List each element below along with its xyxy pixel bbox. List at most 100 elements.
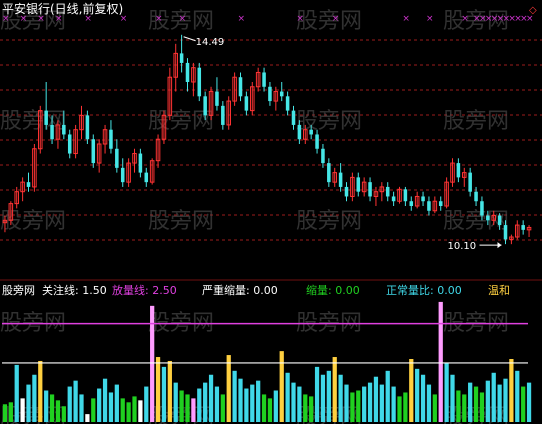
candle-body-down xyxy=(521,225,525,230)
volume-ratio-bar xyxy=(267,398,273,422)
volume-ratio-bar xyxy=(79,394,84,422)
volume-ratio-bar xyxy=(191,398,196,422)
volume-ratio-bar xyxy=(26,384,31,422)
volume-ratio-bar xyxy=(14,364,19,422)
candle-body-down xyxy=(26,182,31,187)
top-right-marker-icon: ◇ xyxy=(529,5,537,16)
volume-ratio-bar xyxy=(403,392,408,422)
volume-ratio-bar xyxy=(167,360,172,422)
volume-ratio-bar xyxy=(132,396,137,422)
chart-title: 平安银行(日线,前复权) xyxy=(2,1,123,16)
watermark-text: 股旁网 xyxy=(443,109,509,134)
candle-body-down xyxy=(50,124,54,140)
volume-ratio-bar xyxy=(238,378,243,422)
volume-ratio-bar xyxy=(385,370,390,422)
volume-ratio-bar xyxy=(426,384,432,422)
candle-body-down xyxy=(409,201,414,206)
volume-ratio-bar xyxy=(220,394,225,422)
volume-ratio-bar xyxy=(279,351,284,422)
candle-body-down xyxy=(497,215,502,226)
volume-ratio-bar xyxy=(232,370,237,422)
candle-body-down xyxy=(67,134,72,154)
candle-body-down xyxy=(338,172,343,187)
candle-body-down xyxy=(91,139,96,164)
signal-marker: × xyxy=(155,14,163,24)
volume-ratio-bar xyxy=(250,384,255,422)
candle-body-down xyxy=(474,191,478,202)
volume-ratio-bar xyxy=(521,386,526,422)
candle-body-down xyxy=(115,148,119,168)
candle-body-down xyxy=(179,53,184,63)
candle-body-down xyxy=(327,163,331,183)
volume-ratio-bar xyxy=(256,380,261,422)
candle-body-down xyxy=(85,115,90,140)
volume-ratio-bar xyxy=(114,384,119,422)
low-annotation-label: 10.10 xyxy=(448,241,477,252)
candle-body-down xyxy=(391,196,396,202)
volume-ratio-bar xyxy=(67,386,72,422)
candle-body-down xyxy=(268,86,272,102)
signal-marker: × xyxy=(332,14,340,24)
volume-ratio-bar xyxy=(438,301,443,422)
volume-ratio-bar xyxy=(197,388,202,422)
volume-ratio-bar xyxy=(350,392,355,422)
volume-ratio-bar xyxy=(456,390,461,422)
volume-ratio-bar xyxy=(185,394,190,422)
candle-body-down xyxy=(385,186,390,197)
volume-ratio-bar xyxy=(108,392,114,422)
candle-body-down xyxy=(438,201,443,206)
volume-ratio-bar xyxy=(420,374,426,422)
volume-ratio-bar xyxy=(409,359,414,422)
volume-ratio-bar xyxy=(462,394,467,422)
candle-body-down xyxy=(109,129,113,149)
volume-ratio-bar xyxy=(397,396,402,422)
watermark-text: 股旁网 xyxy=(296,209,362,234)
volume-ratio-bar xyxy=(444,362,449,422)
volume-ratio-bar xyxy=(8,402,13,422)
legend-item: 温和 xyxy=(488,284,510,297)
candle-body-down xyxy=(368,182,372,197)
candle-body-down xyxy=(456,163,461,178)
chart-canvas: 股旁网 股旁网 股旁网 股旁网股旁网 股旁网 股旁网 股旁网股旁网 股旁网 股旁网 股旁网股旁网股… xyxy=(0,0,542,424)
volume-ratio-bar xyxy=(44,390,49,422)
volume-ratio-bar xyxy=(173,382,178,422)
watermark-text: 股旁网 xyxy=(148,209,214,234)
signal-marker: × xyxy=(402,14,410,24)
volume-ratio-bar xyxy=(97,388,102,422)
volume-ratio-bar xyxy=(203,382,208,422)
volume-ratio-bar xyxy=(432,394,437,422)
legend-item: 正常量比: 0.00 xyxy=(386,284,462,297)
signal-marker: × xyxy=(426,14,434,24)
candle-body-down xyxy=(203,96,207,116)
candle-body-down xyxy=(197,67,202,97)
volume-ratio-bar xyxy=(468,382,473,422)
volume-ratio-bar xyxy=(32,374,37,422)
candle-body-down xyxy=(403,189,408,202)
volume-ratio-bar xyxy=(138,400,143,422)
volume-ratio-bar xyxy=(367,382,373,422)
volume-ratio-bar xyxy=(102,378,108,422)
high-annotation-label: 14.49 xyxy=(196,37,225,48)
candle-body-down xyxy=(44,110,48,125)
volume-ratio-bar xyxy=(285,372,290,422)
candle-body-down xyxy=(244,96,249,111)
candle-body-down xyxy=(185,62,190,82)
candle-body-down xyxy=(315,134,319,149)
volume-ratio-bar xyxy=(503,378,508,422)
candle-body-down xyxy=(486,215,490,221)
volume-ratio-bar xyxy=(38,360,43,422)
volume-ratio-bar xyxy=(509,359,514,422)
legend-item: 放量线: 2.50 xyxy=(112,283,177,297)
volume-ratio-bar xyxy=(356,390,361,422)
watermark-text: 股旁网 xyxy=(0,209,66,234)
volume-ratio-bar xyxy=(144,386,149,422)
candle-body-down xyxy=(215,91,219,106)
volume-ratio-bar xyxy=(297,386,302,422)
volume-ratio-bar xyxy=(244,388,249,422)
volume-ratio-bar xyxy=(226,355,231,422)
volume-ratio-bar xyxy=(61,406,66,422)
volume-ratio-bar xyxy=(491,372,496,422)
volume-ratio-bar xyxy=(332,357,337,422)
candle-body-down xyxy=(468,172,472,192)
candle-body-down xyxy=(138,153,143,173)
